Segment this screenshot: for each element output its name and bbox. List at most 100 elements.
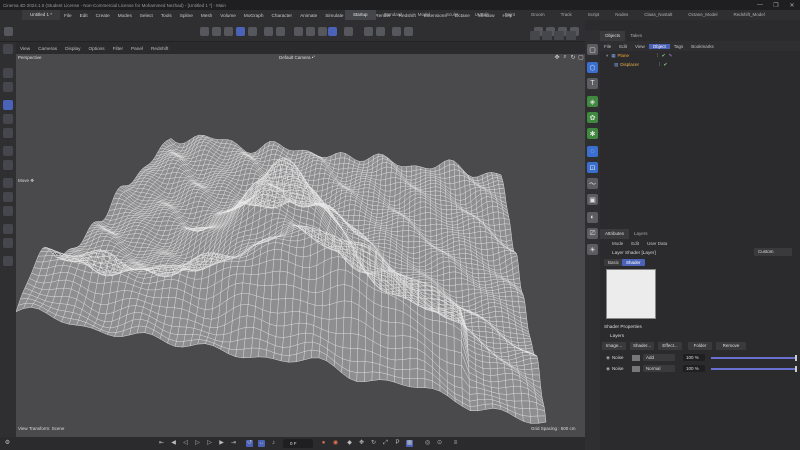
goto-start-icon[interactable]: ⇤ bbox=[158, 440, 165, 447]
menu-file[interactable]: File bbox=[60, 13, 76, 18]
panel-icon-3[interactable] bbox=[554, 31, 564, 40]
keyframe-icon[interactable]: ◆ bbox=[346, 440, 353, 447]
opacity-slider[interactable] bbox=[710, 365, 798, 372]
attributes-menu-edit[interactable]: Edit bbox=[627, 241, 643, 246]
loop-icon[interactable]: ↺ bbox=[246, 440, 253, 447]
points-mode-icon[interactable] bbox=[212, 27, 221, 36]
panel-icon-1[interactable] bbox=[530, 31, 540, 40]
opacity-field[interactable]: 100 % bbox=[682, 354, 705, 361]
menu-character[interactable]: Character bbox=[267, 13, 296, 18]
layout-tab-nodes[interactable]: Nodes bbox=[607, 10, 636, 20]
document-tab[interactable]: Untitled 1 * bbox=[22, 10, 61, 20]
enabled-check-icon[interactable]: ✔ bbox=[661, 53, 665, 59]
menu-simulate[interactable]: Simulate bbox=[321, 13, 347, 18]
symmetry-icon[interactable] bbox=[344, 27, 353, 36]
extrude-tool-icon[interactable] bbox=[3, 206, 13, 216]
quantize-icon[interactable] bbox=[328, 27, 337, 36]
objects-menu-tags[interactable]: Tags bbox=[670, 44, 688, 49]
live-select-icon[interactable] bbox=[3, 82, 13, 92]
menu-volume[interactable]: Volume bbox=[216, 13, 240, 18]
tree-item-plane[interactable]: ▾ ▦ Plane ⁞ ✔ ✎ bbox=[600, 51, 800, 60]
layout-tab-standard[interactable]: Standard bbox=[376, 10, 410, 20]
paint-tool-icon[interactable] bbox=[3, 238, 13, 248]
mode-shader[interactable]: Shader bbox=[622, 259, 645, 266]
folder-button[interactable]: Folder bbox=[688, 342, 712, 350]
subdivision-icon[interactable]: ◈ bbox=[587, 96, 598, 107]
layout-tab-track[interactable]: Track bbox=[553, 10, 580, 20]
3d-viewport[interactable]: Perspective Default Camera •° Move ✥ Vie… bbox=[16, 54, 585, 437]
workplane-icon[interactable] bbox=[306, 27, 315, 36]
text-object-icon[interactable]: T bbox=[587, 78, 598, 89]
record-icon[interactable]: ● bbox=[320, 440, 327, 447]
rotate-tool-icon[interactable] bbox=[3, 114, 13, 124]
menu-mograph[interactable]: MoGraph bbox=[240, 13, 268, 18]
settings-gear-icon[interactable]: ⚙ bbox=[4, 440, 11, 447]
volume-icon[interactable]: ▣ bbox=[587, 194, 598, 205]
tree-item-displacer[interactable]: ▧ Displacer ⁞ ✔ bbox=[600, 60, 800, 69]
viewport-menu-view[interactable]: View bbox=[16, 46, 34, 51]
opacity-slider[interactable] bbox=[710, 354, 798, 361]
panel-icon-4[interactable] bbox=[566, 31, 576, 40]
close-button[interactable]: ✕ bbox=[784, 0, 800, 10]
zoom-view-icon[interactable]: ⌕ bbox=[561, 54, 569, 62]
render-view-icon[interactable] bbox=[376, 27, 385, 36]
effect-button[interactable]: Effect... bbox=[658, 342, 682, 350]
viewport-menu-panel[interactable]: Panel bbox=[127, 46, 147, 51]
menu-mesh[interactable]: Mesh bbox=[197, 13, 216, 18]
layout-tab-redshift_model[interactable]: Redshift_Model bbox=[726, 10, 773, 20]
tab-layers[interactable]: Layers bbox=[629, 229, 653, 239]
viewport-menu-cameras[interactable]: Cameras bbox=[34, 46, 61, 51]
panel-icon-2[interactable] bbox=[542, 31, 552, 40]
frame-field[interactable]: 0 F bbox=[283, 439, 313, 448]
viewport-menu-filter[interactable]: Filter bbox=[109, 46, 127, 51]
tab-objects[interactable]: Objects bbox=[600, 31, 626, 41]
objects-menu-bookmarks[interactable]: Bookmarks bbox=[687, 44, 718, 49]
view-mode-icon[interactable] bbox=[200, 27, 209, 36]
camera-icon[interactable]: ⎚ bbox=[587, 228, 598, 239]
model-mode-icon[interactable] bbox=[236, 27, 245, 36]
maximize-button[interactable]: ❐ bbox=[768, 0, 784, 10]
material-icon[interactable]: ◐ bbox=[587, 212, 598, 223]
shader-button[interactable]: Shader... bbox=[630, 342, 654, 350]
blend-mode-dropdown[interactable]: Normal bbox=[642, 365, 675, 372]
menu-spline[interactable]: Spline bbox=[176, 13, 197, 18]
deformer-icon[interactable]: ◌ bbox=[587, 146, 598, 157]
light-icon[interactable]: ☀ bbox=[587, 244, 598, 255]
viewport-menu-options[interactable]: Options bbox=[84, 46, 108, 51]
menu-tools[interactable]: Tools bbox=[157, 13, 176, 18]
viewport-menu-display[interactable]: Display bbox=[61, 46, 84, 51]
next-frame-icon[interactable]: ▷ bbox=[206, 440, 213, 447]
sound-icon[interactable]: ♪ bbox=[270, 440, 277, 447]
snap-settings-icon[interactable] bbox=[3, 256, 13, 266]
layout-tab-script[interactable]: Script bbox=[580, 10, 608, 20]
mode-basic[interactable]: Basic bbox=[604, 259, 624, 266]
effector-icon[interactable]: ✱ bbox=[587, 128, 598, 139]
image-button[interactable]: Image... bbox=[602, 342, 626, 350]
objects-menu-file[interactable]: File bbox=[600, 44, 615, 49]
render-settings-icon[interactable] bbox=[392, 27, 401, 36]
move-tool-icon[interactable] bbox=[3, 100, 13, 110]
prev-key-icon[interactable]: ◀ bbox=[170, 440, 177, 447]
layout-tab-paint[interactable]: Paint bbox=[497, 10, 523, 20]
menu-edit[interactable]: Edit bbox=[76, 13, 92, 18]
grid-icon[interactable] bbox=[318, 27, 327, 36]
object-name[interactable]: Plane bbox=[618, 53, 630, 58]
object-name[interactable]: Displacer bbox=[620, 62, 639, 67]
pla-key-icon[interactable]: ▦ bbox=[406, 440, 413, 447]
tab-attributes[interactable]: Attributes bbox=[600, 229, 630, 239]
prev-frame-icon[interactable]: ◁ bbox=[182, 440, 189, 447]
menu-modes[interactable]: Modes bbox=[114, 13, 136, 18]
camera-label[interactable]: Default Camera •° bbox=[279, 55, 315, 60]
attributes-menu-mode[interactable]: Mode bbox=[608, 241, 627, 246]
menu-select[interactable]: Select bbox=[136, 13, 157, 18]
param-key-icon[interactable]: P bbox=[394, 440, 401, 447]
rotation-key-icon[interactable]: ↻ bbox=[370, 440, 377, 447]
knife-tool-icon[interactable] bbox=[3, 178, 13, 188]
cube-object-icon[interactable]: ⬡ bbox=[587, 62, 598, 73]
eye-icon[interactable]: ◉ bbox=[606, 355, 610, 361]
select-icon[interactable] bbox=[3, 68, 13, 78]
menu-create[interactable]: Create bbox=[92, 13, 114, 18]
visibility-dots[interactable]: ⁞ bbox=[659, 62, 660, 68]
search-icon[interactable] bbox=[3, 44, 13, 54]
layout-tab-startup[interactable]: Startup bbox=[345, 10, 376, 20]
